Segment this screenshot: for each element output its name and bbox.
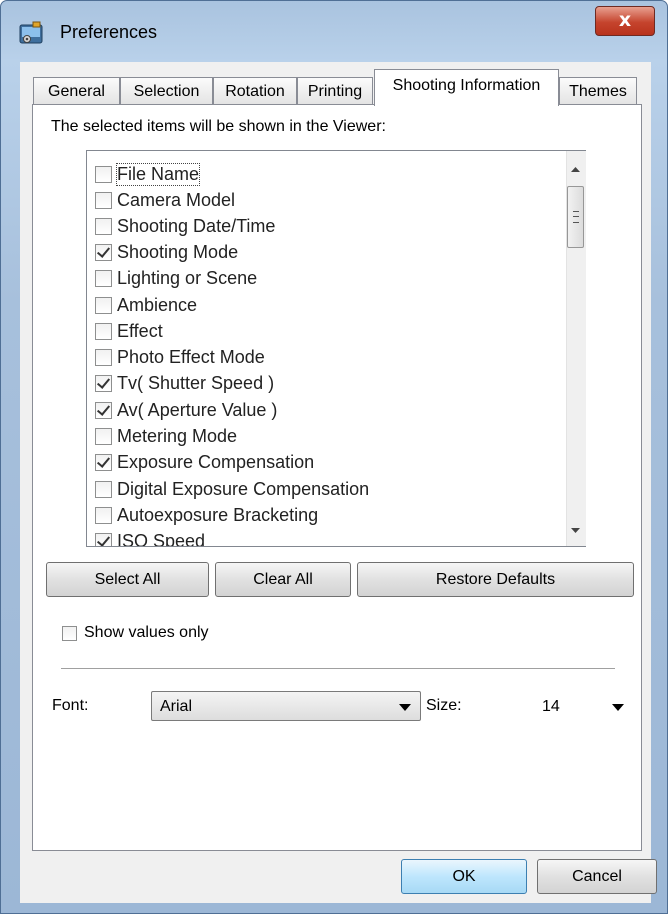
scroll-up-arrow-icon[interactable] — [566, 160, 585, 180]
close-icon: x — [618, 9, 632, 31]
tab-general-label: General — [48, 83, 105, 100]
checkbox-checked[interactable] — [95, 532, 112, 546]
tab-shooting-information-label: Shooting Information — [392, 77, 541, 94]
font-select-value: Arial — [160, 698, 193, 715]
title-bar[interactable]: Preferences x — [0, 0, 668, 56]
select-all-button[interactable]: Select All — [46, 562, 209, 597]
list-item-label: Metering Mode — [117, 425, 238, 446]
select-all-label: Select All — [94, 571, 161, 588]
size-label: Size: — [426, 697, 462, 714]
list-item-label: Ambience — [117, 294, 198, 315]
tab-rotation-label: Rotation — [225, 83, 285, 100]
restore-defaults-label: Restore Defaults — [435, 571, 556, 588]
list-item[interactable]: Digital Exposure Compensation — [95, 476, 369, 502]
show-values-only-option[interactable]: Show values only — [62, 624, 209, 642]
checkbox-checked[interactable] — [95, 453, 112, 471]
size-select-value: 14 — [542, 698, 560, 715]
list-item[interactable]: Photo Effect Mode — [95, 344, 265, 370]
list-item[interactable]: File Name — [95, 161, 201, 187]
ok-label: OK — [452, 868, 476, 885]
checkbox[interactable] — [95, 322, 112, 340]
ok-button[interactable]: OK — [401, 859, 527, 894]
checkbox-checked[interactable] — [95, 243, 112, 261]
checkbox-checked[interactable] — [95, 401, 112, 419]
list-item[interactable]: ISO Speed — [95, 528, 206, 547]
size-select[interactable]: 14 — [533, 691, 634, 721]
list-item-label: Camera Model — [117, 189, 236, 210]
list-item[interactable]: Shooting Mode — [95, 239, 238, 265]
list-item[interactable]: Shooting Date/Time — [95, 213, 275, 239]
list-item[interactable]: Av( Aperture Value ) — [95, 397, 277, 423]
list-item-label: Shooting Mode — [117, 241, 239, 262]
separator — [61, 668, 615, 669]
list-item[interactable]: Metering Mode — [95, 423, 237, 449]
list-item-label: Tv( Shutter Speed ) — [117, 372, 275, 393]
tab-selection-label: Selection — [133, 83, 200, 100]
scroll-down-arrow-icon[interactable] — [566, 520, 585, 540]
clear-all-label: Clear All — [253, 571, 313, 588]
list-item[interactable]: Effect — [95, 318, 163, 344]
list-item[interactable]: Ambience — [95, 292, 197, 318]
tab-selection[interactable]: Selection — [120, 77, 213, 105]
tab-themes-label: Themes — [569, 83, 627, 100]
list-item-label: Digital Exposure Compensation — [117, 478, 370, 499]
chevron-down-icon — [612, 704, 624, 711]
tab-printing-label: Printing — [307, 83, 363, 100]
cancel-button[interactable]: Cancel — [537, 859, 657, 894]
instruction-text: The selected items will be shown in the … — [51, 118, 386, 135]
checkbox[interactable] — [95, 269, 112, 287]
list-item-label: ISO Speed — [117, 530, 206, 547]
tab-general[interactable]: General — [33, 77, 120, 105]
tab-shooting-information[interactable]: Shooting Information — [374, 69, 559, 106]
checkbox-checked[interactable] — [95, 374, 112, 392]
preferences-app-icon — [19, 21, 43, 44]
checkbox[interactable] — [95, 480, 112, 498]
list-item-label: Av( Aperture Value ) — [117, 399, 278, 420]
scrollbar-thumb[interactable] — [567, 186, 584, 248]
list-item-label: Shooting Date/Time — [117, 215, 276, 236]
list-item-label: Lighting or Scene — [117, 267, 258, 288]
list-item-label: Autoexposure Bracketing — [117, 504, 319, 525]
checkbox[interactable] — [95, 506, 112, 524]
list-item-label: Effect — [117, 320, 163, 341]
list-item-label: Exposure Compensation — [117, 451, 315, 472]
checkbox[interactable] — [95, 165, 112, 183]
show-values-only-checkbox[interactable] — [62, 625, 77, 641]
list-item-label: Photo Effect Mode — [117, 346, 265, 367]
checkbox[interactable] — [95, 217, 112, 235]
list-item[interactable]: Autoexposure Bracketing — [95, 502, 318, 528]
list-item[interactable]: Lighting or Scene — [95, 265, 257, 291]
clear-all-button[interactable]: Clear All — [215, 562, 351, 597]
checkbox[interactable] — [95, 191, 112, 209]
close-button[interactable]: x — [595, 6, 655, 36]
cancel-label: Cancel — [572, 868, 622, 885]
tab-rotation[interactable]: Rotation — [213, 77, 297, 105]
list-item[interactable]: Exposure Compensation — [95, 449, 314, 475]
tab-themes[interactable]: Themes — [559, 77, 637, 105]
tab-printing[interactable]: Printing — [297, 77, 373, 105]
show-values-only-label: Show values only — [84, 624, 209, 641]
font-select[interactable]: Arial — [151, 691, 421, 721]
chevron-down-icon — [399, 704, 411, 711]
checkbox[interactable] — [95, 427, 112, 445]
list-item[interactable]: Camera Model — [95, 187, 235, 213]
list-item[interactable]: Tv( Shutter Speed ) — [95, 370, 274, 396]
checkbox[interactable] — [95, 296, 112, 314]
grip-icon — [573, 211, 579, 223]
window-title: Preferences — [60, 22, 158, 42]
checkbox[interactable] — [95, 348, 112, 366]
shooting-info-checklist[interactable]: File Name Camera Model Shooting Date/Tim… — [86, 150, 586, 547]
font-label: Font: — [52, 697, 89, 714]
restore-defaults-button[interactable]: Restore Defaults — [357, 562, 634, 597]
list-item-label: File Name — [115, 162, 201, 186]
